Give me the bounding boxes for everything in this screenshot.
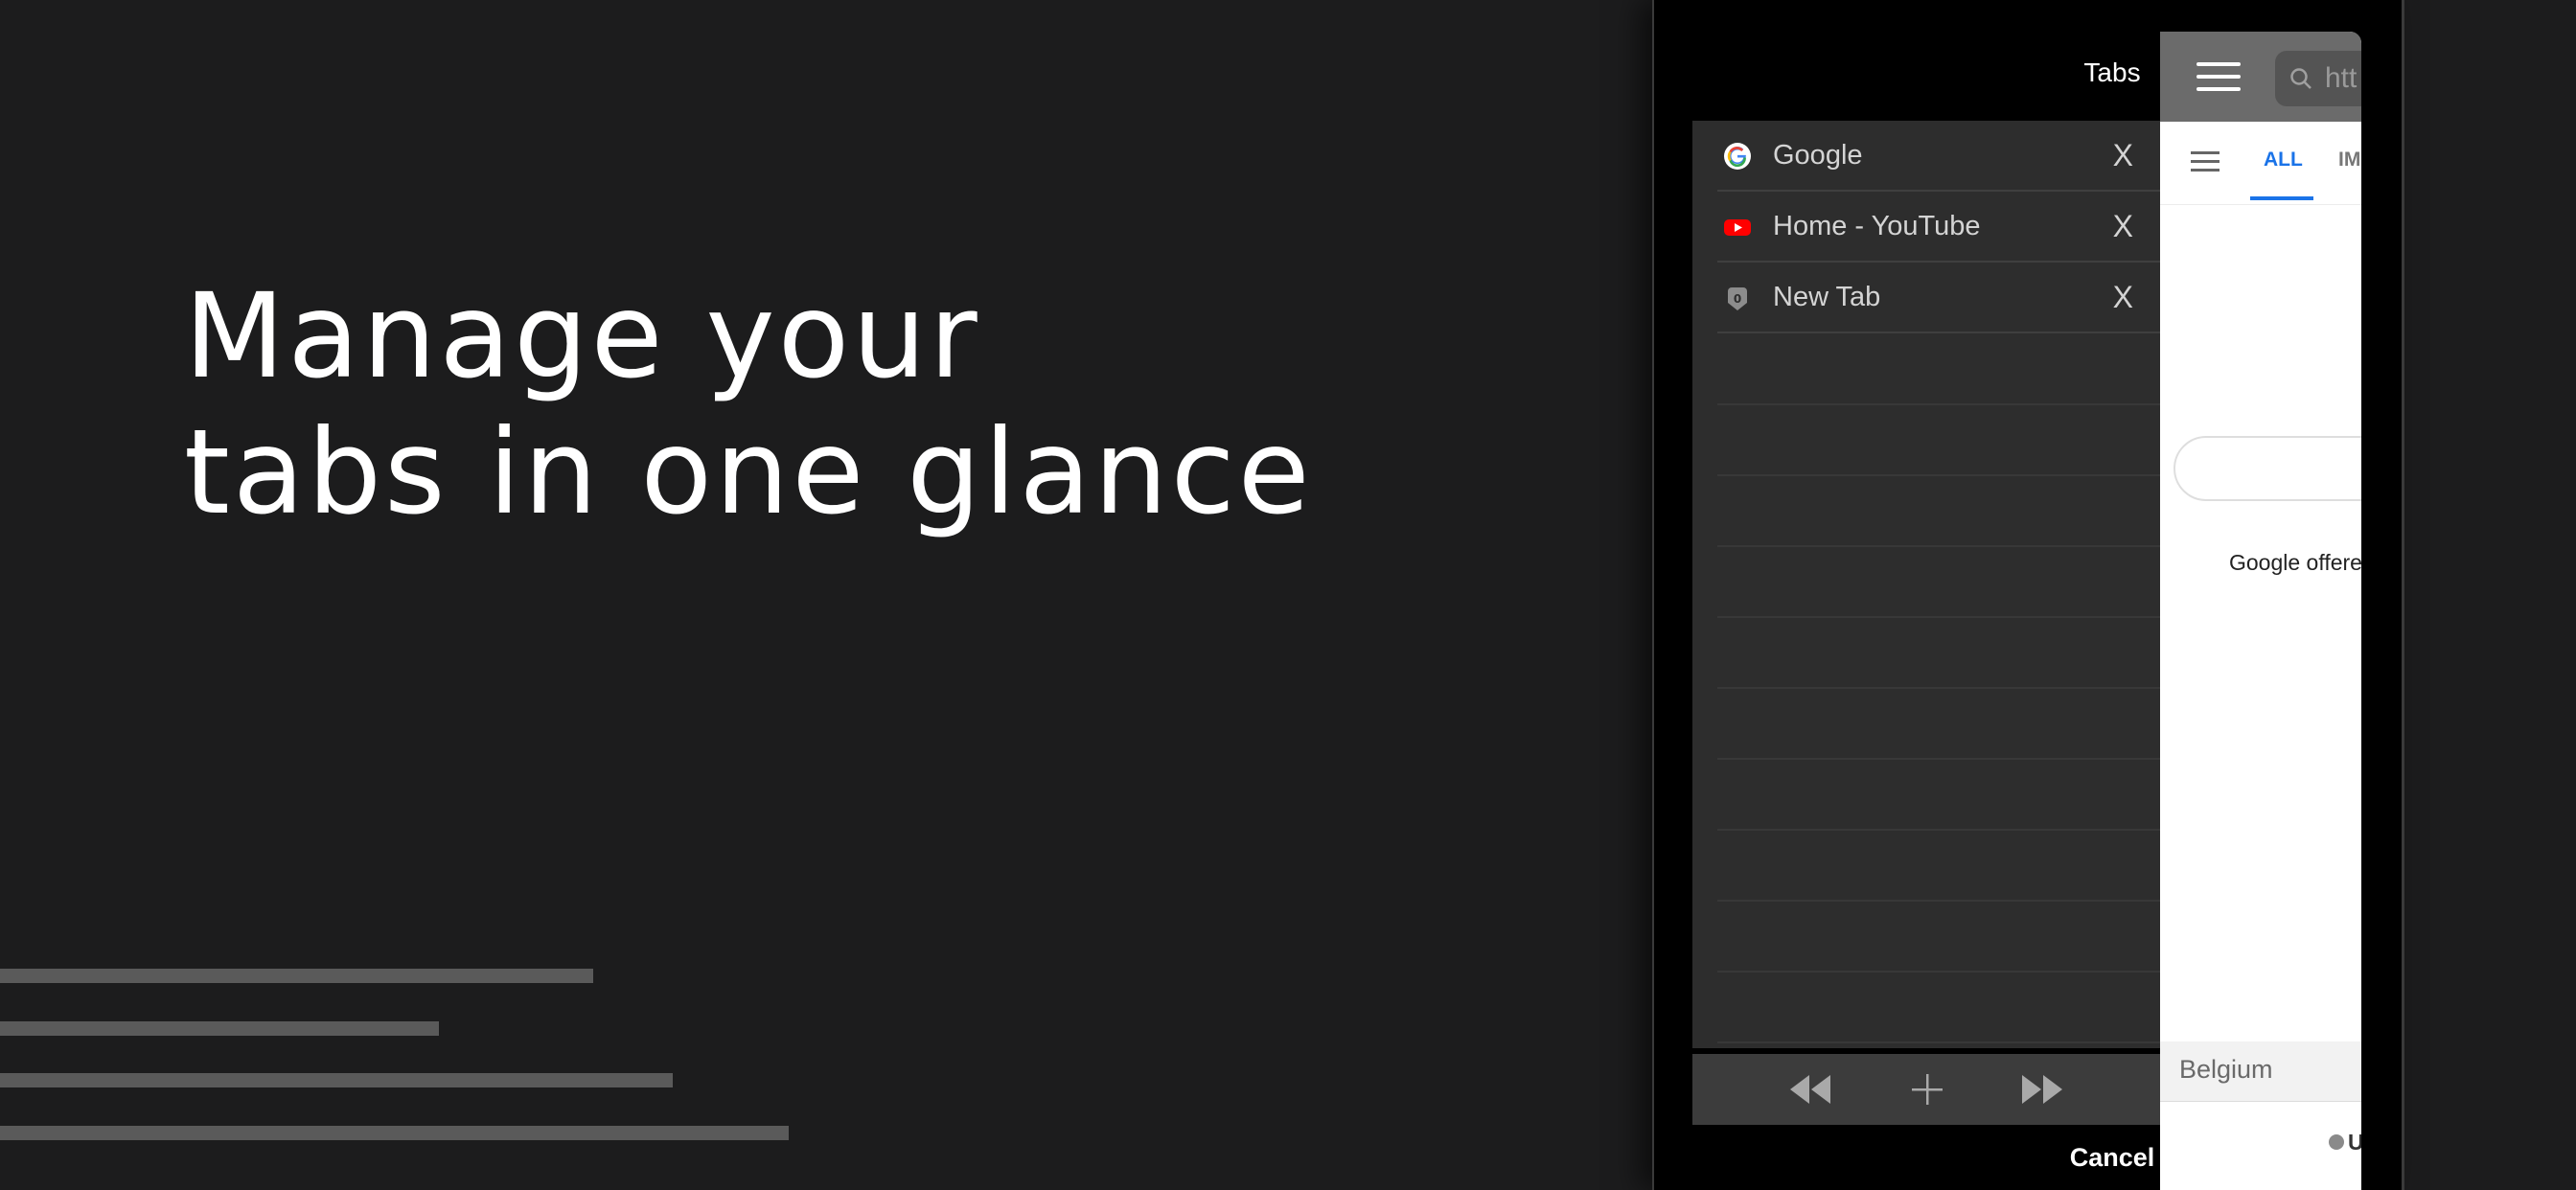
tab-row-google[interactable]: Google X — [1692, 121, 2162, 192]
new-tab-favicon-icon: 0 — [1728, 287, 1747, 310]
close-tab-button[interactable]: X — [2113, 209, 2133, 244]
device-screen: Tabs Google X Home - YouTube X 0 New Tab… — [1652, 0, 2361, 1190]
decorative-line — [0, 969, 593, 983]
tab-all[interactable]: ALL — [2264, 149, 2303, 172]
country-label: Belgium — [2179, 1055, 2273, 1084]
row-divider — [1717, 616, 2162, 618]
url-text: htt — [2325, 62, 2358, 94]
row-divider — [1717, 900, 2162, 902]
plus-icon[interactable] — [1909, 1071, 1945, 1108]
row-divider — [1717, 545, 2162, 547]
decorative-line — [0, 1021, 439, 1036]
row-divider — [1717, 474, 2162, 476]
rewind-icon[interactable] — [1788, 1071, 1834, 1108]
browser-header: htt — [2160, 32, 2361, 122]
decorative-line — [0, 1126, 789, 1140]
location-dot-icon — [2329, 1134, 2344, 1150]
country-bar: Belgium — [2160, 1041, 2361, 1102]
headline-line-1: Manage your — [184, 268, 980, 404]
google-favicon-icon — [1724, 143, 1751, 170]
tabs-toolbar — [1692, 1054, 2162, 1125]
search-input[interactable] — [2174, 436, 2361, 501]
tabs-list: Google X Home - YouTube X 0 New Tab X — [1692, 121, 2162, 1048]
search-tabs: ALL IM — [2160, 122, 2361, 205]
promo-headline: Manage your tabs in one glance — [184, 268, 1313, 540]
row-divider — [1717, 758, 2162, 760]
row-divider — [1717, 332, 2162, 333]
close-tab-button[interactable]: X — [2113, 280, 2133, 315]
new-tab-icon-text: 0 — [1734, 292, 1741, 306]
tab-title: Home - YouTube — [1773, 211, 1981, 241]
row-divider — [1717, 1041, 2162, 1043]
tab-row-new-tab[interactable]: 0 New Tab X — [1692, 263, 2162, 333]
row-divider — [1717, 829, 2162, 831]
row-divider — [1717, 687, 2162, 689]
search-icon — [2290, 68, 2312, 89]
decorative-line — [0, 1073, 673, 1087]
tab-title: Google — [1773, 140, 1863, 171]
row-divider — [1717, 403, 2162, 405]
fast-forward-icon[interactable] — [2018, 1071, 2064, 1108]
headline-line-2: tabs in one glance — [184, 404, 1313, 540]
offered-text: Google offered — [2229, 550, 2361, 575]
youtube-favicon-icon — [1724, 219, 1751, 236]
url-bar[interactable]: htt — [2275, 51, 2361, 106]
web-preview: htt ALL IM Google offered Belgium U — [2160, 32, 2361, 1190]
row-divider — [1717, 971, 2162, 973]
active-tab-indicator — [2250, 196, 2313, 200]
footer-text: U — [2348, 1130, 2361, 1155]
tab-title: New Tab — [1773, 282, 1881, 312]
close-tab-button[interactable]: X — [2113, 138, 2133, 173]
tab-row-youtube[interactable]: Home - YouTube X — [1692, 192, 2162, 263]
tab-images[interactable]: IM — [2338, 149, 2360, 172]
